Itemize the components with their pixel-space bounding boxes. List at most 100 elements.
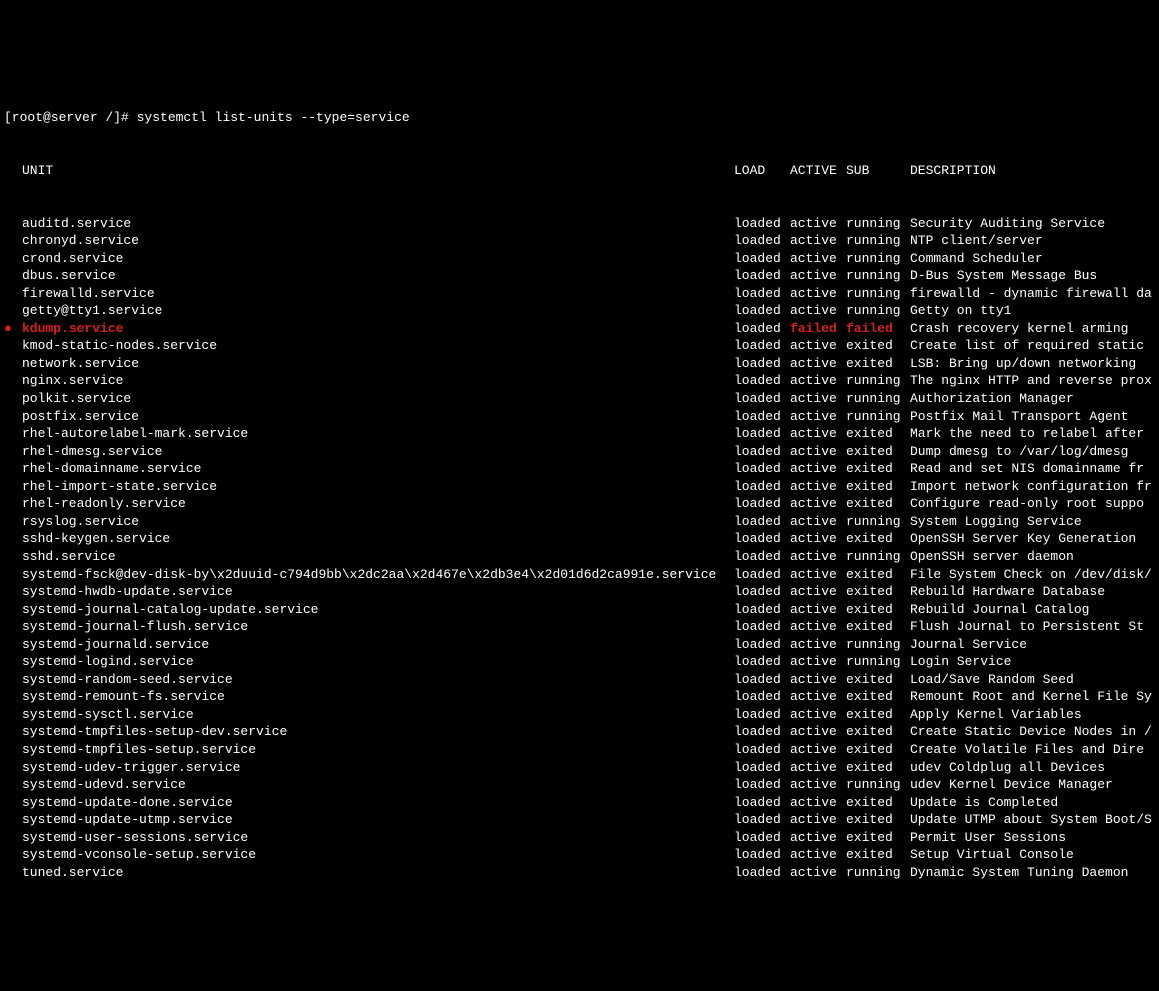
service-load: loaded	[734, 267, 790, 285]
service-load: loaded	[734, 741, 790, 759]
service-load: loaded	[734, 495, 790, 513]
service-unit: postfix.service	[14, 408, 734, 426]
service-row: systemd-random-seed.serviceloadedactivee…	[4, 671, 1155, 689]
service-load: loaded	[734, 460, 790, 478]
service-unit: tuned.service	[14, 864, 734, 882]
service-active: active	[790, 548, 846, 566]
service-load: loaded	[734, 232, 790, 250]
service-load: loaded	[734, 320, 790, 338]
service-unit: systemd-vconsole-setup.service	[14, 846, 734, 864]
service-sub: exited	[846, 723, 910, 741]
service-active: active	[790, 759, 846, 777]
service-unit: network.service	[14, 355, 734, 373]
service-description: LSB: Bring up/down networking	[910, 355, 1155, 373]
bullet-spacer	[4, 618, 14, 636]
service-description: Create Volatile Files and Dire	[910, 741, 1155, 759]
table-header: UNIT LOAD ACTIVE SUB DESCRIPTION	[4, 162, 1155, 180]
service-row: sshd-keygen.serviceloadedactiveexitedOpe…	[4, 530, 1155, 548]
service-active: active	[790, 460, 846, 478]
service-description: Authorization Manager	[910, 390, 1155, 408]
bullet-spacer	[4, 864, 14, 882]
service-unit: systemd-sysctl.service	[14, 706, 734, 724]
service-active: active	[790, 250, 846, 268]
service-row: systemd-hwdb-update.serviceloadedactivee…	[4, 583, 1155, 601]
service-sub: running	[846, 250, 910, 268]
service-load: loaded	[734, 443, 790, 461]
service-load: loaded	[734, 566, 790, 584]
service-description: Load/Save Random Seed	[910, 671, 1155, 689]
service-sub: exited	[846, 530, 910, 548]
service-unit: systemd-random-seed.service	[14, 671, 734, 689]
service-row: systemd-journal-flush.serviceloadedactiv…	[4, 618, 1155, 636]
service-description: Dump dmesg to /var/log/dmesg	[910, 443, 1155, 461]
service-load: loaded	[734, 601, 790, 619]
service-row: rhel-readonly.serviceloadedactiveexitedC…	[4, 495, 1155, 513]
service-row: systemd-journald.serviceloadedactiverunn…	[4, 636, 1155, 654]
service-unit: rhel-domainname.service	[14, 460, 734, 478]
bullet-spacer	[4, 776, 14, 794]
service-unit: systemd-tmpfiles-setup-dev.service	[14, 723, 734, 741]
bullet-spacer	[4, 548, 14, 566]
service-description: File System Check on /dev/disk/	[910, 566, 1155, 584]
service-description: Create list of required static	[910, 337, 1155, 355]
bullet-spacer	[4, 372, 14, 390]
service-unit: getty@tty1.service	[14, 302, 734, 320]
service-description: Journal Service	[910, 636, 1155, 654]
bullet-spacer	[4, 478, 14, 496]
service-load: loaded	[734, 723, 790, 741]
service-active: active	[790, 302, 846, 320]
service-description: udev Coldplug all Devices	[910, 759, 1155, 777]
header-bullet	[4, 162, 14, 180]
service-unit: sshd.service	[14, 548, 734, 566]
service-sub: exited	[846, 478, 910, 496]
service-sub: exited	[846, 443, 910, 461]
service-load: loaded	[734, 530, 790, 548]
service-active: active	[790, 671, 846, 689]
service-row: auditd.serviceloadedactiverunningSecurit…	[4, 215, 1155, 233]
bullet-spacer	[4, 759, 14, 777]
service-sub: running	[846, 285, 910, 303]
service-description: Mark the need to relabel after	[910, 425, 1155, 443]
bullet-spacer	[4, 390, 14, 408]
bullet-spacer	[4, 846, 14, 864]
service-description: System Logging Service	[910, 513, 1155, 531]
service-unit: kmod-static-nodes.service	[14, 337, 734, 355]
service-unit: nginx.service	[14, 372, 734, 390]
service-active: active	[790, 794, 846, 812]
service-row: kmod-static-nodes.serviceloadedactiveexi…	[4, 337, 1155, 355]
service-description: Security Auditing Service	[910, 215, 1155, 233]
service-active: active	[790, 390, 846, 408]
command-text: systemctl list-units --type=service	[137, 109, 410, 127]
service-load: loaded	[734, 583, 790, 601]
service-load: loaded	[734, 706, 790, 724]
service-active: active	[790, 443, 846, 461]
service-unit: crond.service	[14, 250, 734, 268]
bullet-spacer	[4, 232, 14, 250]
service-description: Crash recovery kernel arming	[910, 320, 1155, 338]
header-description: DESCRIPTION	[910, 162, 1155, 180]
service-sub: exited	[846, 706, 910, 724]
service-sub: exited	[846, 355, 910, 373]
service-row: ●kdump.serviceloadedfailedfailedCrash re…	[4, 320, 1155, 338]
service-unit: systemd-user-sessions.service	[14, 829, 734, 847]
command-line: [root@server /]# systemctl list-units --…	[4, 109, 1155, 127]
service-row: chronyd.serviceloadedactiverunningNTP cl…	[4, 232, 1155, 250]
service-active: active	[790, 355, 846, 373]
service-description: Read and set NIS domainname fr	[910, 460, 1155, 478]
service-sub: running	[846, 232, 910, 250]
service-row: systemd-remount-fs.serviceloadedactiveex…	[4, 688, 1155, 706]
service-description: udev Kernel Device Manager	[910, 776, 1155, 794]
service-active: active	[790, 478, 846, 496]
service-description: Command Scheduler	[910, 250, 1155, 268]
bullet-spacer	[4, 495, 14, 513]
service-unit: polkit.service	[14, 390, 734, 408]
service-row: dbus.serviceloadedactiverunningD-Bus Sys…	[4, 267, 1155, 285]
service-unit: sshd-keygen.service	[14, 530, 734, 548]
shell-prompt: [root@server /]#	[4, 109, 137, 127]
service-row: tuned.serviceloadedactiverunningDynamic …	[4, 864, 1155, 882]
service-unit: systemd-update-done.service	[14, 794, 734, 812]
service-active: active	[790, 618, 846, 636]
service-load: loaded	[734, 250, 790, 268]
service-row: systemd-sysctl.serviceloadedactiveexited…	[4, 706, 1155, 724]
terminal-output: [root@server /]# systemctl list-units --…	[4, 74, 1155, 899]
